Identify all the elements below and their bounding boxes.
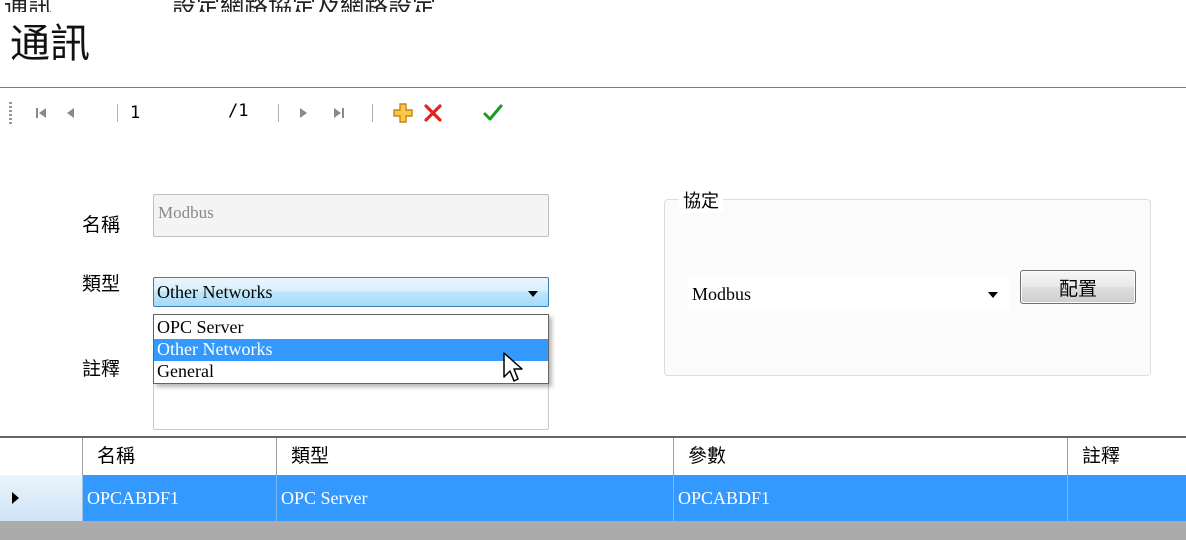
cell-comment[interactable] — [1068, 475, 1186, 521]
type-option-general[interactable]: General — [154, 361, 548, 383]
type-dropdown-list: OPC Server Other Networks General — [153, 314, 549, 384]
column-header-name[interactable]: 名稱 — [83, 438, 277, 475]
last-record-icon[interactable] — [326, 100, 352, 126]
confirm-icon[interactable] — [480, 100, 506, 126]
row-header[interactable] — [0, 475, 83, 521]
comment-label: 註釋 — [82, 358, 121, 380]
type-combobox-value: Other Networks — [157, 282, 273, 302]
grid-corner — [0, 438, 83, 475]
add-icon[interactable] — [390, 100, 416, 126]
first-record-icon[interactable] — [28, 100, 54, 126]
column-header-type[interactable]: 類型 — [277, 438, 674, 475]
toolbar-grip[interactable] — [9, 102, 12, 124]
current-row-icon — [12, 492, 19, 504]
toolbar-separator — [117, 104, 118, 122]
name-field-value: Modbus — [158, 203, 214, 222]
column-header-params[interactable]: 參數 — [674, 438, 1068, 475]
toolbar-separator — [278, 104, 279, 122]
title-divider — [0, 87, 1186, 88]
protocol-combobox[interactable]: Modbus — [688, 277, 1010, 311]
toolbar-separator — [372, 104, 373, 122]
config-button[interactable]: 配置 — [1020, 270, 1136, 304]
column-header-comment[interactable]: 註釋 — [1068, 438, 1186, 475]
name-field: Modbus — [153, 194, 549, 237]
name-label: 名稱 — [82, 214, 121, 236]
grid-header: 名稱 類型 參數 註釋 — [0, 436, 1186, 475]
protocol-group-title: 協定 — [679, 187, 723, 213]
type-combobox[interactable]: Other Networks — [153, 277, 549, 307]
chevron-down-icon[interactable] — [988, 292, 998, 298]
type-label: 類型 — [82, 273, 121, 295]
comment-field[interactable] — [153, 384, 549, 430]
page-title: 通訊 — [10, 21, 90, 67]
chevron-down-icon[interactable] — [528, 291, 538, 297]
data-grid: 名稱 類型 參數 註釋 OPCABDF1 OPC Server OPCABDF1 — [0, 436, 1186, 540]
previous-record-icon[interactable] — [58, 100, 84, 126]
type-option-other-networks[interactable]: Other Networks — [154, 339, 548, 361]
table-row[interactable]: OPCABDF1 OPC Server OPCABDF1 — [0, 475, 1186, 521]
cell-type[interactable]: OPC Server — [277, 475, 674, 521]
page-number-input[interactable] — [126, 102, 228, 124]
cell-params[interactable]: OPCABDF1 — [674, 475, 1068, 521]
next-record-icon[interactable] — [290, 100, 316, 126]
record-navigator: /1 — [0, 92, 1186, 138]
window-caption-text: 通訊 設定網路協定及網路設定 — [4, 0, 436, 12]
window-caption: 通訊 設定網路協定及網路設定 — [0, 0, 1186, 12]
page-total: /1 — [228, 101, 249, 121]
type-option-opc-server[interactable]: OPC Server — [154, 317, 548, 339]
cell-name[interactable]: OPCABDF1 — [83, 475, 277, 521]
delete-icon[interactable] — [420, 100, 446, 126]
protocol-combobox-value: Modbus — [692, 284, 752, 304]
mouse-cursor-icon — [503, 352, 523, 382]
